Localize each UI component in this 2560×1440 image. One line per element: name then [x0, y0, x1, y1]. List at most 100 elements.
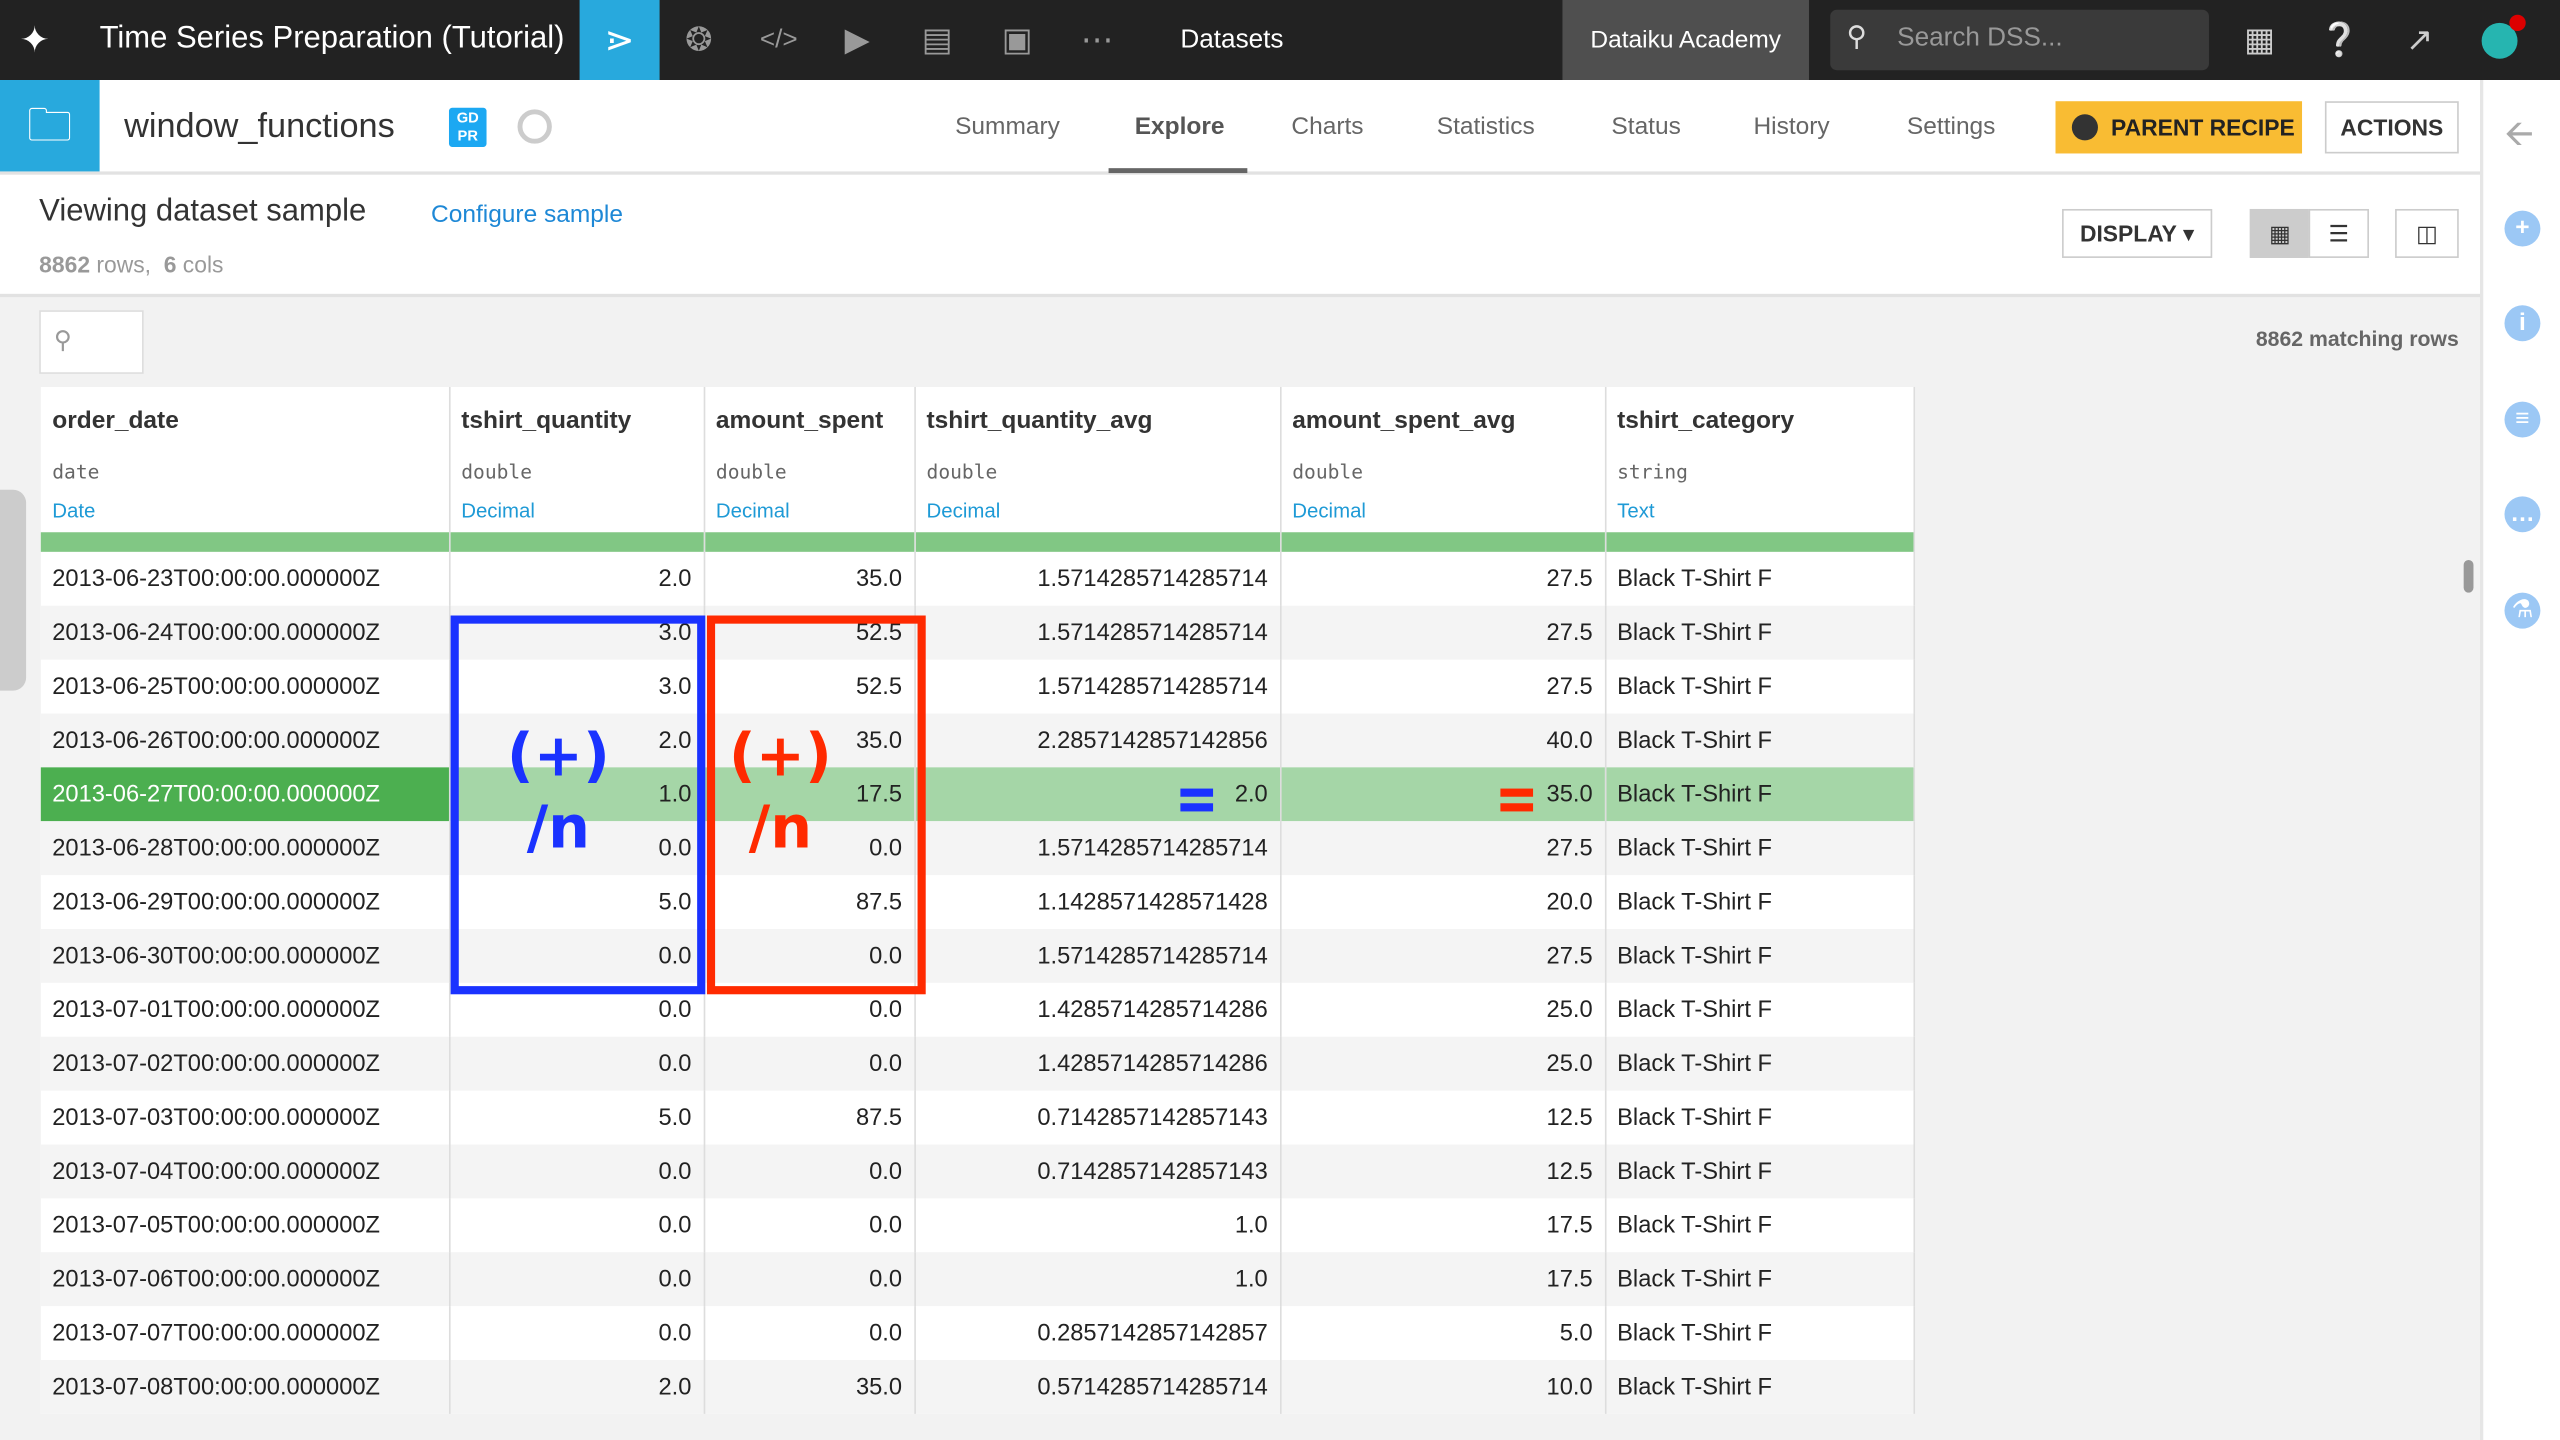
- cell-amount-spent-avg[interactable]: 27.5: [1279, 821, 1606, 876]
- cell-order-date[interactable]: 2013-06-26T00:00:00.000000Z: [40, 713, 450, 768]
- cell-amount-spent[interactable]: 35.0: [703, 1359, 916, 1414]
- column-meaning[interactable]: Decimal: [1292, 500, 1366, 523]
- cell-tshirt-quantity-avg[interactable]: 1.5714285714285714: [914, 659, 1281, 714]
- column-header-tshirt-quantity[interactable]: tshirt_quantity double Decimal: [448, 386, 705, 552]
- tab-charts[interactable]: Charts: [1291, 113, 1363, 141]
- column-header-tshirt-category[interactable]: tshirt_category string Text: [1604, 386, 1915, 552]
- chart-view-button[interactable]: ◫: [2395, 208, 2459, 258]
- cell-tshirt-category[interactable]: Black T-Shirt F: [1604, 605, 1915, 660]
- cell-order-date[interactable]: 2013-06-23T00:00:00.000000Z: [40, 551, 450, 606]
- cell-order-date[interactable]: 2013-07-01T00:00:00.000000Z: [40, 982, 450, 1037]
- cell-order-date[interactable]: 2013-07-03T00:00:00.000000Z: [40, 1090, 450, 1145]
- parent-recipe-button[interactable]: PARENT RECIPE: [2055, 101, 2303, 154]
- cell-tshirt-category[interactable]: Black T-Shirt F: [1604, 1306, 1915, 1360]
- apps-grid-icon[interactable]: ▦: [2238, 20, 2280, 62]
- cell-tshirt-quantity-avg[interactable]: 1.1428571428571428: [914, 875, 1281, 929]
- tab-settings[interactable]: Settings: [1907, 113, 1995, 141]
- cell-tshirt-category[interactable]: Black T-Shirt F: [1604, 1198, 1915, 1253]
- cell-order-date[interactable]: 2013-07-02T00:00:00.000000Z: [40, 1036, 450, 1091]
- cell-tshirt-category[interactable]: Black T-Shirt F: [1604, 1090, 1915, 1145]
- column-meaning[interactable]: Text: [1617, 500, 1654, 523]
- cell-tshirt-quantity[interactable]: 5.0: [448, 1090, 705, 1145]
- cell-amount-spent-avg[interactable]: 35.0: [1279, 767, 1606, 822]
- cell-order-date[interactable]: 2013-07-04T00:00:00.000000Z: [40, 1144, 450, 1199]
- search-input[interactable]: Search DSS...: [1897, 24, 2063, 53]
- cell-tshirt-quantity-avg[interactable]: 1.0: [914, 1252, 1281, 1307]
- cell-tshirt-category[interactable]: Black T-Shirt F: [1604, 551, 1915, 606]
- cell-amount-spent-avg[interactable]: 40.0: [1279, 713, 1606, 768]
- datasets-nav[interactable]: Datasets: [1180, 26, 1283, 55]
- cell-tshirt-category[interactable]: Black T-Shirt F: [1604, 1359, 1915, 1414]
- display-dropdown[interactable]: DISPLAY ▾: [2062, 208, 2213, 258]
- column-meaning[interactable]: Date: [52, 500, 95, 523]
- cell-tshirt-category[interactable]: Black T-Shirt F: [1604, 821, 1915, 876]
- cell-tshirt-quantity-avg[interactable]: 1.4285714285714286: [914, 1036, 1281, 1091]
- cell-tshirt-quantity[interactable]: 0.0: [448, 1036, 705, 1091]
- cell-amount-spent-avg[interactable]: 25.0: [1279, 1036, 1606, 1091]
- cell-amount-spent-avg[interactable]: 12.5: [1279, 1144, 1606, 1199]
- cell-tshirt-quantity[interactable]: 0.0: [448, 1252, 705, 1307]
- cell-amount-spent-avg[interactable]: 12.5: [1279, 1090, 1606, 1145]
- cell-tshirt-category[interactable]: Black T-Shirt F: [1604, 767, 1915, 822]
- gdpr-badge[interactable]: GD PR: [448, 107, 487, 147]
- cell-tshirt-quantity[interactable]: 0.0: [448, 1306, 705, 1360]
- cell-amount-spent-avg[interactable]: 5.0: [1279, 1306, 1606, 1360]
- compass-icon[interactable]: [517, 109, 552, 144]
- cell-amount-spent[interactable]: 0.0: [703, 1198, 916, 1253]
- column-header-order-date[interactable]: order_date date Date: [40, 386, 450, 552]
- search-box[interactable]: ⚲ Search DSS...: [1830, 9, 2209, 71]
- column-meaning[interactable]: Decimal: [927, 500, 1001, 523]
- cell-amount-spent[interactable]: 0.0: [703, 1144, 916, 1199]
- cell-amount-spent[interactable]: 0.0: [703, 1306, 916, 1360]
- cell-order-date[interactable]: 2013-06-29T00:00:00.000000Z: [40, 875, 450, 929]
- cell-tshirt-quantity[interactable]: 2.0: [448, 551, 705, 606]
- cell-tshirt-category[interactable]: Black T-Shirt F: [1604, 1144, 1915, 1199]
- tab-explore[interactable]: Explore: [1135, 113, 1225, 141]
- tab-summary[interactable]: Summary: [955, 113, 1060, 141]
- cell-tshirt-quantity-avg[interactable]: 0.7142857142857143: [914, 1090, 1281, 1145]
- academy-button[interactable]: Dataiku Academy: [1562, 0, 1809, 80]
- cell-tshirt-category[interactable]: Black T-Shirt F: [1604, 1036, 1915, 1091]
- cell-order-date[interactable]: 2013-06-27T00:00:00.000000Z: [40, 767, 450, 822]
- cell-amount-spent[interactable]: 87.5: [703, 1090, 916, 1145]
- cell-order-date[interactable]: 2013-06-30T00:00:00.000000Z: [40, 928, 450, 983]
- column-meaning[interactable]: Decimal: [461, 500, 535, 523]
- dashboard-icon[interactable]: ▣: [996, 20, 1038, 62]
- table-search-input[interactable]: ⚲: [39, 310, 144, 374]
- recipes-icon[interactable]: ❂: [678, 20, 720, 62]
- cell-tshirt-quantity-avg[interactable]: 2.2857142857142856: [914, 713, 1281, 768]
- flow-button[interactable]: ⋗: [579, 0, 660, 80]
- cell-tshirt-quantity-avg[interactable]: 0.5714285714285714: [914, 1359, 1281, 1414]
- column-header-tshirt-quantity-avg[interactable]: tshirt_quantity_avg double Decimal: [914, 386, 1281, 552]
- cell-tshirt-category[interactable]: Black T-Shirt F: [1604, 659, 1915, 714]
- cell-order-date[interactable]: 2013-06-28T00:00:00.000000Z: [40, 821, 450, 876]
- cell-tshirt-quantity-avg[interactable]: 1.5714285714285714: [914, 605, 1281, 660]
- cell-tshirt-category[interactable]: Black T-Shirt F: [1604, 982, 1915, 1037]
- cell-amount-spent[interactable]: 35.0: [703, 551, 916, 606]
- cell-order-date[interactable]: 2013-07-06T00:00:00.000000Z: [40, 1252, 450, 1307]
- cell-amount-spent-avg[interactable]: 25.0: [1279, 982, 1606, 1037]
- cell-amount-spent-avg[interactable]: 17.5: [1279, 1198, 1606, 1253]
- more-icon[interactable]: ⋯: [1076, 20, 1118, 62]
- cell-order-date[interactable]: 2013-07-07T00:00:00.000000Z: [40, 1306, 450, 1360]
- cell-tshirt-quantity[interactable]: 0.0: [448, 1198, 705, 1253]
- cell-amount-spent[interactable]: 0.0: [703, 1036, 916, 1091]
- activity-icon[interactable]: ↗: [2398, 20, 2440, 62]
- table-view-toggle[interactable]: ▦: [2249, 208, 2311, 258]
- cell-tshirt-quantity[interactable]: 2.0: [448, 1359, 705, 1414]
- actions-button[interactable]: ACTIONS: [2324, 101, 2459, 154]
- configure-sample-link[interactable]: Configure sample: [431, 201, 623, 229]
- info-icon[interactable]: i: [2504, 305, 2541, 342]
- cell-amount-spent-avg[interactable]: 20.0: [1279, 875, 1606, 929]
- cell-tshirt-category[interactable]: Black T-Shirt F: [1604, 1252, 1915, 1307]
- cell-tshirt-quantity-avg[interactable]: 1.5714285714285714: [914, 551, 1281, 606]
- cell-tshirt-quantity-avg[interactable]: 1.5714285714285714: [914, 821, 1281, 876]
- lab-icon[interactable]: ⚗: [2504, 592, 2541, 629]
- cell-tshirt-quantity-avg[interactable]: 2.0: [914, 767, 1281, 822]
- code-icon[interactable]: </>: [758, 20, 800, 62]
- back-arrow-icon[interactable]: 🡨: [2504, 106, 2533, 168]
- project-title[interactable]: Time Series Preparation (Tutorial): [100, 21, 565, 57]
- cell-tshirt-quantity-avg[interactable]: 0.2857142857142857: [914, 1306, 1281, 1360]
- cell-tshirt-category[interactable]: Black T-Shirt F: [1604, 875, 1915, 929]
- cell-amount-spent-avg[interactable]: 27.5: [1279, 605, 1606, 660]
